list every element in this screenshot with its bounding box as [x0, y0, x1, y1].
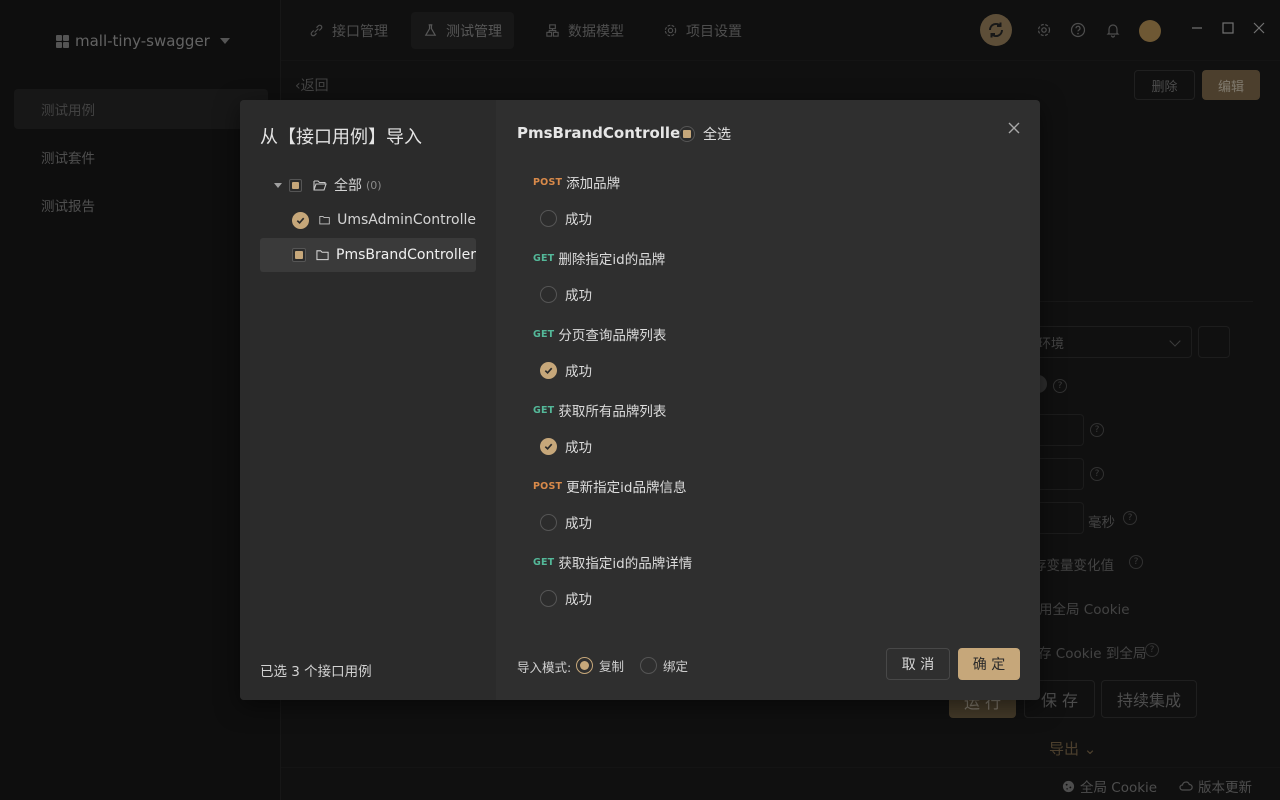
folder-icon [316, 250, 329, 261]
tree-item-pms-brand-controller[interactable]: PmsBrandController [260, 238, 476, 272]
tree-count: (0) [366, 178, 382, 192]
case-item[interactable]: 成功 [540, 208, 592, 228]
radio-button[interactable] [576, 657, 593, 674]
api-case-panel: PmsBrandController 全选 POST 添加品牌 成功 GET 删… [496, 100, 1040, 700]
api-name: 分页查询品牌列表 [558, 328, 667, 344]
case-checkbox[interactable] [540, 361, 557, 379]
case-item[interactable]: 成功 [540, 436, 592, 456]
mode-copy-radio[interactable]: 复制 [576, 656, 624, 675]
case-label: 成功 [565, 440, 592, 456]
api-name: 获取指定id的品牌详情 [558, 556, 693, 572]
caret-down-icon[interactable] [274, 182, 282, 188]
selected-summary: 已选 3 个接口用例 [260, 664, 372, 680]
case-checkbox[interactable] [540, 437, 557, 455]
case-checkbox[interactable] [540, 285, 557, 303]
api-item: POST 更新指定id品牌信息 [533, 476, 687, 496]
folder-open-icon [313, 180, 327, 191]
mode-bind-radio[interactable]: 绑定 [640, 656, 688, 675]
folder-icon [319, 215, 330, 225]
dialog-title: 从【接口用例】导入 [260, 127, 422, 148]
check-icon [544, 443, 553, 450]
cancel-button[interactable]: 取 消 [886, 648, 950, 680]
case-label: 成功 [565, 516, 592, 532]
api-name: 获取所有品牌列表 [558, 404, 667, 420]
checkbox-pms-brand[interactable] [292, 248, 306, 262]
case-label: 成功 [565, 364, 592, 380]
import-dialog: 从【接口用例】导入 全部 (0) UmsAdminControlle PmsBr… [240, 100, 1040, 700]
tree-label: UmsAdminControlle [337, 212, 476, 228]
case-item[interactable]: 成功 [540, 588, 592, 608]
method-badge: GET [533, 252, 555, 264]
check-icon [544, 367, 553, 374]
select-all-box[interactable] [679, 126, 695, 142]
api-name: 更新指定id品牌信息 [566, 480, 687, 496]
case-checkbox[interactable] [540, 513, 557, 531]
select-all-label: 全选 [703, 127, 731, 143]
close-icon[interactable] [1006, 120, 1022, 136]
case-item[interactable]: 成功 [540, 284, 592, 304]
tree-label: 全部 [334, 178, 362, 194]
import-mode-label: 导入模式: [517, 660, 572, 675]
method-badge: GET [533, 404, 555, 416]
api-name: 添加品牌 [566, 176, 621, 192]
method-badge: POST [533, 480, 563, 492]
case-checkbox[interactable] [540, 209, 557, 227]
api-item: GET 分页查询品牌列表 [533, 324, 666, 344]
tree-item-all[interactable]: 全部 (0) [260, 168, 476, 202]
case-checkbox[interactable] [540, 589, 557, 607]
confirm-button[interactable]: 确 定 [958, 648, 1020, 680]
radio-label: 复制 [599, 659, 625, 674]
controller-tree-panel: 从【接口用例】导入 全部 (0) UmsAdminControlle PmsBr… [240, 100, 496, 700]
case-item[interactable]: 成功 [540, 360, 592, 380]
api-item: GET 获取指定id的品牌详情 [533, 552, 692, 572]
radio-label: 绑定 [663, 659, 689, 674]
checkbox-ums-admin[interactable] [292, 211, 309, 229]
case-item[interactable]: 成功 [540, 512, 592, 532]
tree-item-ums-admin-controller[interactable]: UmsAdminControlle [260, 203, 476, 237]
case-label: 成功 [565, 288, 592, 304]
radio-button[interactable] [640, 657, 657, 674]
api-item: GET 删除指定id的品牌 [533, 248, 665, 268]
api-name: 删除指定id的品牌 [558, 252, 666, 268]
controller-title: PmsBrandController [517, 124, 688, 142]
case-label: 成功 [565, 592, 592, 608]
api-item: POST 添加品牌 [533, 172, 620, 192]
checkbox-all[interactable] [289, 178, 302, 192]
method-badge: POST [533, 176, 563, 188]
api-item: GET 获取所有品牌列表 [533, 400, 666, 420]
method-badge: GET [533, 328, 555, 340]
tree-label: PmsBrandController [336, 247, 476, 263]
select-all-checkbox[interactable]: 全选 [679, 124, 731, 144]
check-icon [296, 217, 305, 224]
method-badge: GET [533, 556, 555, 568]
case-label: 成功 [565, 212, 592, 228]
